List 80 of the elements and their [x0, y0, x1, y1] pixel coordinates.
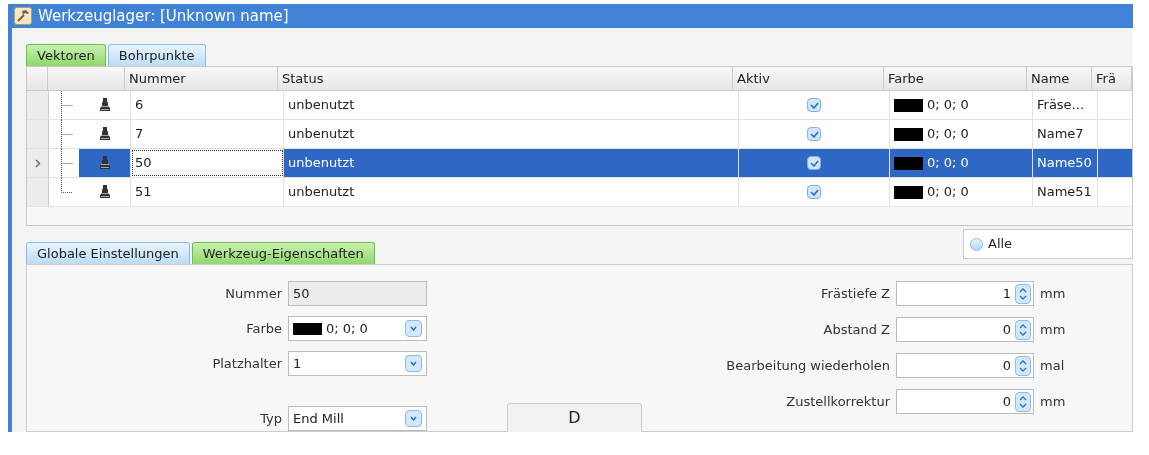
color-dropdown[interactable]: 0; 0; 0 — [288, 316, 427, 341]
number-field: 50 — [288, 281, 427, 306]
checkbox[interactable] — [807, 156, 821, 170]
dropdown-button[interactable] — [405, 320, 422, 337]
table-cell: Name7 — [1033, 120, 1098, 148]
checkbox[interactable] — [807, 185, 821, 199]
radio-label: Alle — [988, 235, 1013, 254]
spin-button[interactable] — [1015, 283, 1031, 304]
field-label: Platzhalter — [211, 354, 282, 373]
field-label: Bearbeitung wiederholen — [725, 356, 890, 375]
window-title: Werkzeuglager: [Unknown name] — [38, 5, 289, 27]
column-header[interactable]: Name — [1027, 67, 1092, 90]
table-cell: unbenutzt — [284, 149, 739, 177]
caret-icon — [410, 326, 417, 331]
tool-icon — [97, 126, 112, 142]
tab[interactable]: Vektoren — [26, 44, 106, 66]
column-header[interactable]: Nummer — [125, 67, 278, 90]
tab[interactable]: Werkzeug-Eigenschaften — [191, 242, 375, 264]
dropdown-button[interactable] — [405, 410, 422, 427]
chevron-right-icon — [34, 158, 41, 168]
number-input[interactable]: 0 — [896, 317, 1034, 342]
color-value: 0; 0; 0 — [927, 125, 969, 144]
checkbox[interactable] — [807, 98, 821, 112]
column-header[interactable]: Status — [278, 67, 733, 90]
column-header[interactable]: Farbe — [884, 67, 1027, 90]
field-label: Nummer — [224, 284, 282, 303]
spin-button[interactable] — [1015, 319, 1031, 340]
field-label: Typ — [259, 409, 282, 428]
checkbox[interactable] — [807, 127, 821, 141]
table-cell: unbenutzt — [284, 91, 739, 119]
unit-label: mal — [1040, 356, 1065, 375]
table-cell: Name51 — [1033, 178, 1098, 206]
table-row[interactable]: 7 unbenutzt 0; 0; 0 Name7 — [27, 120, 1132, 149]
unit-label: mm — [1040, 320, 1066, 339]
spin-arrows-icon — [1019, 359, 1027, 372]
table-cell: unbenutzt — [284, 178, 739, 206]
hammer-icon — [14, 7, 32, 25]
field-label: Farbe — [245, 319, 282, 338]
unit-label: mm — [1040, 392, 1066, 411]
table-cell: Name50 — [1033, 149, 1098, 177]
tool-icon — [97, 184, 112, 200]
table-cell: 51 — [131, 178, 284, 206]
number-input[interactable]: 0 — [896, 353, 1034, 378]
caret-icon — [410, 416, 417, 421]
color-value: 0; 0; 0 — [927, 183, 969, 202]
table-cell: 50 — [131, 149, 284, 177]
tool-icon — [97, 97, 112, 113]
dropdown-button[interactable] — [405, 355, 422, 372]
dropdown[interactable]: 1 — [288, 351, 427, 376]
table-cell: Fräse... — [1033, 91, 1098, 119]
field-label: Frästiefe Z — [820, 284, 890, 303]
table-row[interactable]: 50 unbenutzt 0; 0; 0 Name50 — [27, 149, 1132, 178]
number-input[interactable]: 1 — [896, 281, 1034, 306]
diagram-button[interactable]: D — [507, 403, 642, 432]
color-value: 0; 0; 0 — [927, 96, 969, 115]
spin-arrows-icon — [1019, 395, 1027, 408]
field-label: Abstand Z — [822, 320, 890, 339]
table-row[interactable]: 6 unbenutzt 0; 0; 0 Fräse... — [27, 91, 1132, 120]
column-header[interactable]: Frä — [1092, 67, 1132, 90]
table-cell: 7 — [131, 120, 284, 148]
spin-arrows-icon — [1019, 287, 1027, 300]
radio-button[interactable] — [970, 237, 983, 251]
tab[interactable]: Bohrpunkte — [107, 44, 206, 66]
tool-icon — [97, 155, 112, 171]
spin-button[interactable] — [1015, 391, 1031, 412]
column-header[interactable]: Aktiv — [733, 67, 884, 90]
caret-icon — [410, 361, 417, 366]
unit-label: mm — [1040, 284, 1066, 303]
field-label: Zustellkorrektur — [785, 392, 890, 411]
table-row[interactable]: 51 unbenutzt 0; 0; 0 Name51 — [27, 178, 1132, 207]
tab[interactable]: Globale Einstellungen — [26, 242, 190, 264]
number-input[interactable]: 0 — [896, 389, 1034, 414]
tree-line — [61, 120, 73, 149]
tree-line — [61, 91, 73, 120]
table-cell: 6 — [131, 91, 284, 119]
spin-button[interactable] — [1015, 355, 1031, 376]
dropdown[interactable]: End Mill — [288, 406, 427, 431]
color-value: 0; 0; 0 — [927, 154, 969, 173]
spin-arrows-icon — [1019, 323, 1027, 336]
table-cell: unbenutzt — [284, 120, 739, 148]
